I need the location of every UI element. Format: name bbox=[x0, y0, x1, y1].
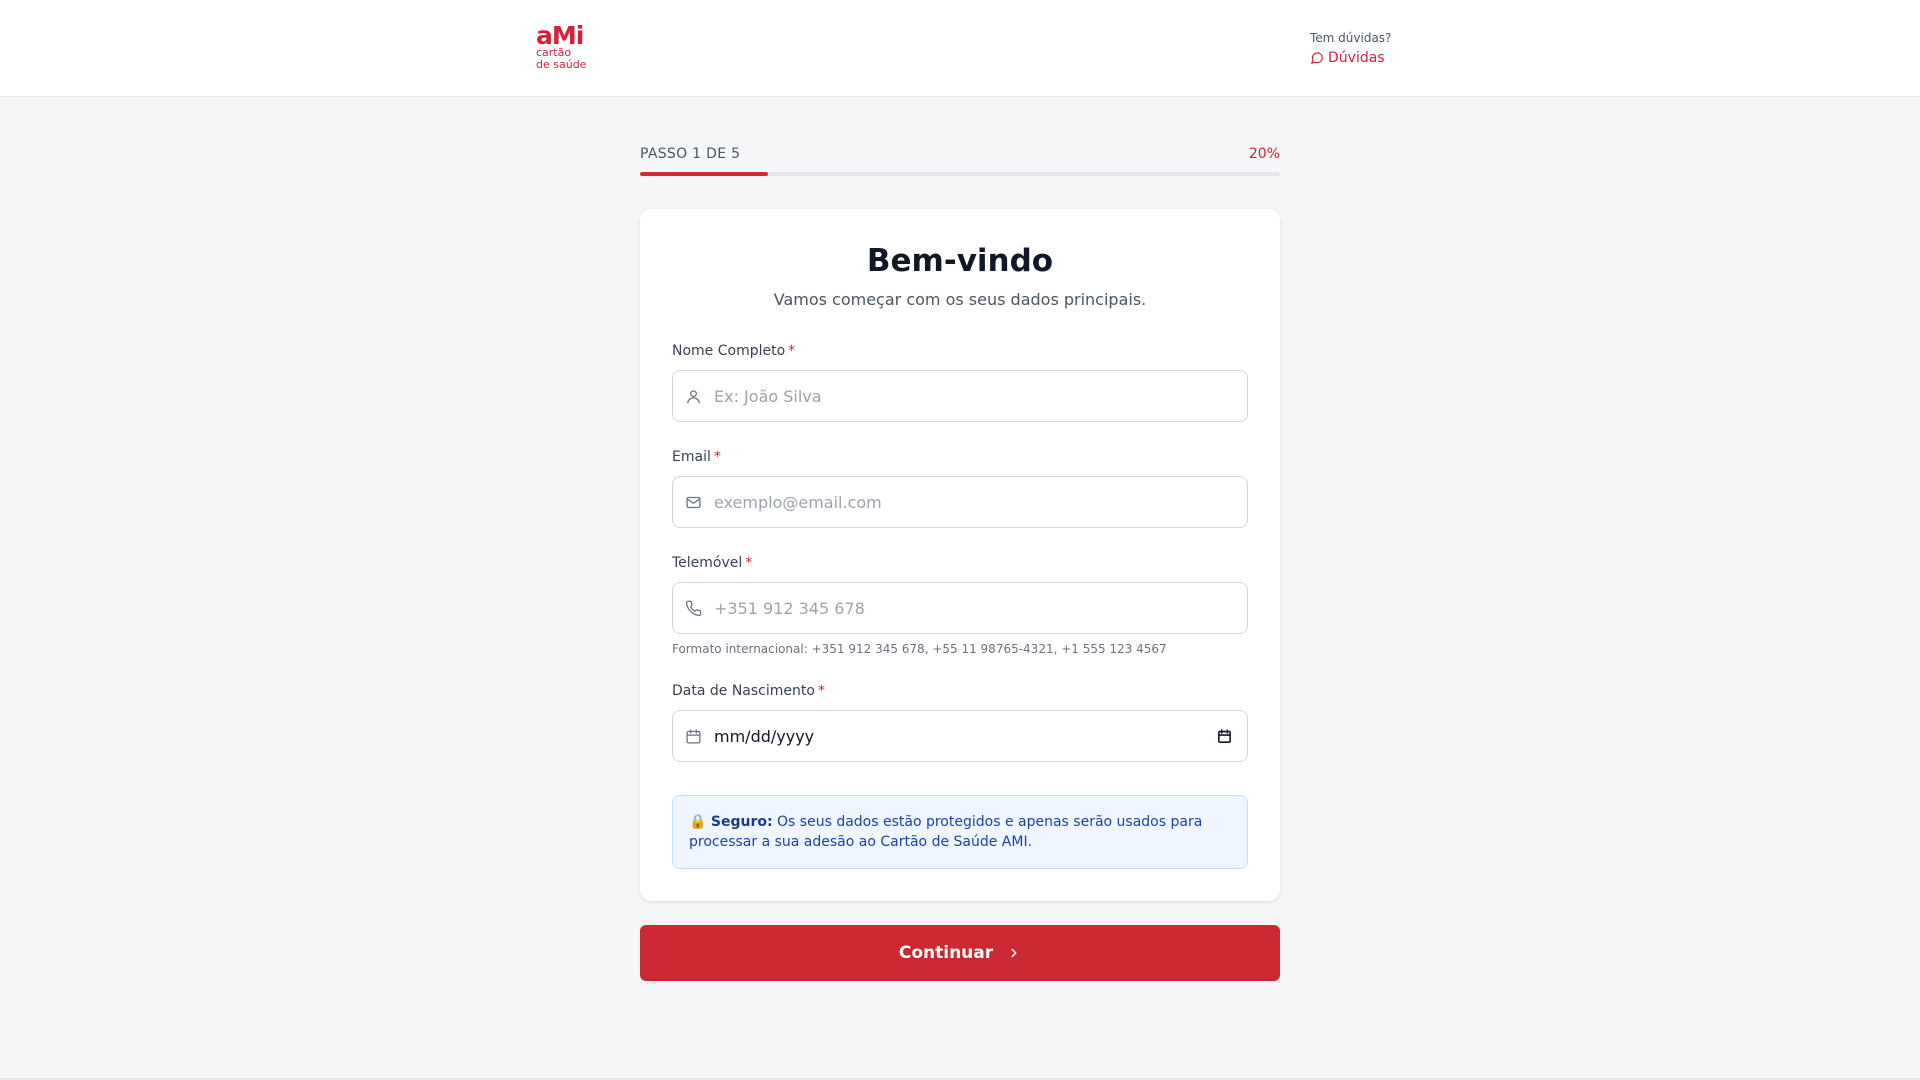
continue-button[interactable]: Continuar bbox=[640, 925, 1280, 981]
help-link[interactable]: Dúvidas bbox=[1310, 49, 1460, 67]
mail-icon bbox=[686, 496, 701, 508]
phone-input[interactable] bbox=[714, 584, 1247, 632]
site-header: aMi cartão de saúde Tem dúvidas? Dúvidas bbox=[0, 0, 1920, 97]
page-title: Bem-vindo bbox=[866, 243, 1054, 279]
security-notice: 🔒 Seguro: Os seus dados estão protegidos… bbox=[672, 795, 1248, 869]
name-input-box[interactable] bbox=[672, 370, 1248, 422]
birthdate-label: Data de Nascimento * bbox=[672, 683, 825, 699]
logo-line-2: de saúde bbox=[536, 58, 587, 71]
chevron-right-icon bbox=[1011, 948, 1017, 958]
progress-track bbox=[640, 172, 1280, 176]
name-label: Nome Completo * bbox=[672, 343, 796, 359]
chat-bubble-icon bbox=[1311, 52, 1323, 64]
ami-logo[interactable]: aMi cartão de saúde bbox=[536, 21, 598, 74]
required-marker: * bbox=[817, 683, 825, 699]
logo-mark: aMi bbox=[536, 21, 584, 50]
phone-format-hint: Formato internacional: +351 912 345 678,… bbox=[672, 642, 1167, 656]
help-section: Tem dúvidas? Dúvidas bbox=[1310, 30, 1460, 67]
page-subtitle: Vamos começar com os seus dados principa… bbox=[773, 290, 1147, 309]
calendar-picker-icon bbox=[1217, 728, 1231, 743]
help-question: Tem dúvidas? bbox=[1310, 31, 1392, 45]
form-card: Bem-vindo Vamos começar com os seus dado… bbox=[640, 209, 1280, 901]
help-link-label: Dúvidas bbox=[1328, 50, 1385, 66]
progress-fill bbox=[640, 172, 768, 176]
birthdate-field-group: Data de Nascimento * mm/dd/yyyy bbox=[672, 682, 1248, 762]
user-icon bbox=[687, 389, 700, 404]
calendar-icon bbox=[686, 728, 701, 744]
email-field-group: Email * bbox=[672, 448, 1248, 528]
name-input[interactable] bbox=[714, 372, 1247, 420]
phone-field-group: Telemóvel* Formato internacional: +351 9… bbox=[672, 554, 1248, 657]
phone-label: Telemóvel * bbox=[672, 555, 753, 571]
phone-icon bbox=[685, 600, 702, 616]
date-picker-button[interactable] bbox=[1213, 725, 1235, 747]
email-label: Email * bbox=[672, 449, 721, 465]
security-notice-title: Seguro: bbox=[710, 814, 773, 830]
lock-icon: 🔒 bbox=[689, 814, 707, 830]
birthdate-input-box[interactable]: mm/dd/yyyy bbox=[672, 710, 1248, 762]
step-percent: 20% bbox=[1248, 146, 1280, 162]
required-marker: * bbox=[788, 343, 796, 359]
progress-indicator: PASSO 1 DE 5 20% bbox=[640, 146, 1280, 176]
phone-input-box[interactable] bbox=[672, 582, 1248, 634]
required-marker: * bbox=[713, 449, 721, 465]
name-field-group: Nome Completo * bbox=[672, 342, 1248, 422]
step-label: PASSO 1 DE 5 bbox=[640, 146, 741, 162]
required-marker: * bbox=[745, 555, 753, 571]
email-input[interactable] bbox=[714, 478, 1247, 526]
birthdate-input[interactable]: mm/dd/yyyy bbox=[714, 727, 1213, 746]
email-input-box[interactable] bbox=[672, 476, 1248, 528]
continue-button-label: Continuar bbox=[898, 943, 994, 963]
